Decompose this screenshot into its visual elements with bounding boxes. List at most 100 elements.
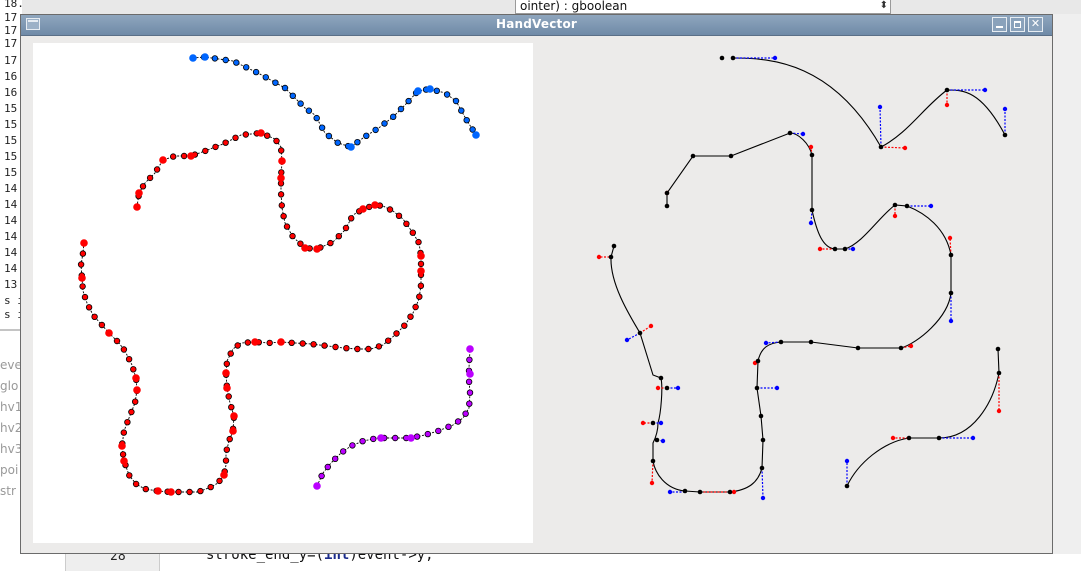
control-point — [944, 102, 950, 108]
value-line: 14 — [4, 198, 18, 211]
key-point — [201, 53, 209, 61]
control-point — [667, 489, 673, 495]
anchor-point — [995, 346, 1001, 352]
control-handle — [879, 106, 882, 148]
anchor-point — [944, 87, 950, 93]
anchor-point — [682, 488, 688, 494]
divider — [0, 329, 22, 331]
anchor-point — [664, 190, 670, 196]
control-point — [928, 203, 934, 209]
control-point — [800, 131, 806, 137]
key-point — [80, 239, 88, 247]
variable-item: hv2 — [0, 421, 22, 435]
stroke-drawing — [77, 53, 480, 496]
sample-point — [445, 423, 452, 430]
sample-point — [405, 97, 412, 105]
control-point — [947, 235, 953, 241]
anchor-point — [808, 339, 814, 345]
value-line: 14 — [4, 214, 18, 227]
value-line: 17 — [4, 11, 18, 24]
key-point — [313, 245, 321, 253]
sample-point — [342, 224, 350, 232]
close-icon[interactable]: ✕ — [1028, 17, 1043, 32]
key-point — [426, 85, 434, 93]
sample-point — [343, 345, 350, 352]
key-point — [277, 174, 285, 182]
anchor-point — [758, 413, 764, 419]
sample-point — [412, 303, 419, 311]
vector-canvas[interactable] — [533, 43, 1047, 543]
anchor-point — [787, 130, 793, 136]
control-point — [817, 246, 823, 252]
sample-point — [146, 174, 154, 182]
control-handle — [651, 460, 654, 484]
key-point — [407, 434, 415, 442]
combo-arrows-icon: ⬍ — [879, 0, 888, 11]
value-line: 14 — [4, 262, 18, 275]
sample-point — [466, 389, 474, 396]
anchor-point — [760, 437, 766, 443]
sample-point — [463, 116, 470, 124]
sample-point — [186, 488, 193, 496]
anchor-point — [809, 152, 815, 158]
sample-point — [119, 451, 127, 458]
sample-point — [318, 472, 325, 480]
control-point — [760, 495, 766, 501]
function-combo[interactable]: ointer) : gboolean ⬍ — [515, 0, 891, 14]
sample-point — [310, 341, 317, 348]
sample-point — [132, 480, 140, 488]
control-handle — [880, 146, 906, 149]
variable-item: str — [0, 484, 16, 498]
sample-point — [226, 435, 233, 443]
sample-point — [325, 132, 333, 140]
anchor-point — [650, 420, 656, 426]
control-point — [996, 408, 1002, 414]
control-point — [596, 254, 602, 260]
background-editor-bottom — [22, 554, 1081, 571]
anchor-point — [664, 385, 670, 391]
anchor-point — [844, 483, 850, 489]
sample-point — [392, 434, 399, 442]
sample-point — [153, 166, 161, 173]
anchor-point — [898, 345, 904, 351]
sample-point — [390, 113, 397, 120]
maximize-icon[interactable] — [1010, 17, 1025, 32]
sample-point — [335, 232, 342, 240]
control-point — [908, 343, 914, 349]
anchor-point — [809, 207, 815, 213]
sample-point — [142, 485, 149, 493]
sample-point — [435, 427, 442, 435]
sample-point — [417, 282, 425, 289]
anchor-point — [996, 370, 1002, 376]
minimize-icon[interactable] — [992, 17, 1007, 32]
sample-point — [228, 404, 235, 411]
control-point — [660, 438, 666, 444]
sample-point — [223, 446, 230, 453]
sample-point — [207, 483, 214, 491]
control-point — [1002, 106, 1008, 112]
control-point — [844, 458, 850, 464]
key-point — [251, 338, 259, 346]
control-point — [892, 213, 898, 219]
anchor-point — [878, 144, 884, 150]
variable-item: hv3 — [0, 442, 22, 456]
control-point — [763, 340, 769, 346]
anchor-point — [759, 465, 765, 471]
control-point — [675, 385, 681, 391]
sample-point — [225, 393, 232, 400]
key-point — [466, 370, 474, 378]
control-point — [970, 435, 976, 441]
control-point — [624, 337, 630, 343]
anchor-point — [654, 437, 660, 443]
sample-point — [77, 261, 85, 268]
stroke-canvas[interactable] — [33, 43, 533, 543]
anchor-point — [690, 153, 696, 159]
stroke-path — [192, 56, 477, 148]
sample-point — [233, 59, 240, 66]
value-line: 14 — [4, 246, 18, 259]
anchor-point — [727, 489, 733, 495]
control-point — [877, 104, 883, 110]
value-line: 17 — [4, 24, 18, 37]
anchor-point — [664, 203, 670, 209]
title-bar[interactable]: HandVector ✕ — [21, 15, 1052, 36]
